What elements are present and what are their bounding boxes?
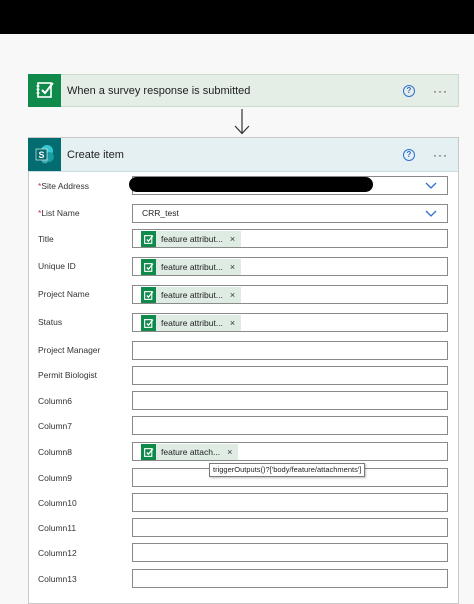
column8-field[interactable]: feature attach... × <box>132 442 448 461</box>
create-item-header[interactable]: S Create item ? ··· <box>28 137 458 172</box>
remove-token-icon[interactable]: × <box>230 234 235 244</box>
remove-token-icon[interactable]: × <box>230 290 235 300</box>
title-label: Title <box>38 234 54 244</box>
column11-label: Column11 <box>38 523 77 533</box>
remove-token-icon[interactable]: × <box>227 447 232 457</box>
expression-tooltip: triggerOutputs()?['body/feature/attachme… <box>209 463 366 477</box>
column12-label: Column12 <box>38 548 77 558</box>
column10-label: Column10 <box>38 498 77 508</box>
forms-icon <box>28 73 61 107</box>
dynamic-content-token[interactable]: feature attribut... × <box>141 287 242 303</box>
token-label: feature attribut... <box>161 318 223 328</box>
svg-text:S: S <box>38 150 44 160</box>
trigger-help-icon[interactable]: ? <box>403 84 415 97</box>
remove-token-icon[interactable]: × <box>230 318 235 328</box>
column11-field[interactable] <box>132 518 448 537</box>
column8-label: Column8 <box>38 447 73 457</box>
permit-biologist-field[interactable] <box>132 366 448 385</box>
list-name-label-text: List Name <box>41 208 80 218</box>
project-manager-label: Project Manager <box>38 345 101 355</box>
forms-icon <box>141 444 156 460</box>
project-manager-field[interactable] <box>132 341 448 360</box>
unique-id-field[interactable]: feature attribut... × <box>132 257 448 276</box>
token-label: feature attribut... <box>161 262 223 272</box>
forms-icon <box>141 231 156 247</box>
create-item-more-icon[interactable]: ··· <box>433 149 448 161</box>
column7-field[interactable] <box>132 416 448 435</box>
token-label: feature attribut... <box>161 234 223 244</box>
dynamic-content-token[interactable]: feature attribut... × <box>141 315 242 331</box>
token-label: feature attach... <box>161 447 221 457</box>
chevron-down-icon[interactable] <box>425 209 437 218</box>
chevron-down-icon[interactable] <box>425 181 437 190</box>
unique-id-label: Unique ID <box>38 261 76 271</box>
permit-biologist-label: Permit Biologist <box>38 370 98 380</box>
column13-label: Column13 <box>38 574 77 584</box>
forms-icon <box>141 287 156 303</box>
column9-label: Column9 <box>38 473 73 483</box>
project-name-label: Project Name <box>38 289 90 299</box>
column6-field[interactable] <box>132 391 448 410</box>
trigger-title: When a survey response is submitted <box>67 84 251 97</box>
status-label: Status <box>38 317 63 327</box>
create-item-help-icon[interactable]: ? <box>403 148 415 161</box>
create-item-title: Create item <box>67 148 124 161</box>
site-address-label-text: Site Address <box>41 181 90 191</box>
sharepoint-icon: S <box>28 137 61 171</box>
trigger-more-icon[interactable]: ··· <box>433 85 448 97</box>
column13-field[interactable] <box>132 569 448 588</box>
down-arrow-icon <box>234 109 250 135</box>
column6-label: Column6 <box>38 396 73 406</box>
column7-label: Column7 <box>38 421 73 431</box>
dynamic-content-token[interactable]: feature attach... × <box>141 444 239 460</box>
remove-token-icon[interactable]: × <box>230 262 235 272</box>
dynamic-content-token[interactable]: feature attribut... × <box>141 231 242 247</box>
redacted-value <box>129 177 373 192</box>
site-address-dropdown[interactable] <box>129 176 448 195</box>
site-address-label: *Site Address <box>38 181 89 191</box>
status-field[interactable]: feature attribut... × <box>132 313 448 332</box>
token-label: feature attribut... <box>161 290 223 300</box>
forms-icon <box>141 315 156 331</box>
dynamic-content-token[interactable]: feature attribut... × <box>141 259 242 275</box>
forms-icon <box>141 259 156 275</box>
project-name-field[interactable]: feature attribut... × <box>132 285 448 304</box>
list-name-label: *List Name <box>38 208 80 218</box>
trigger-card[interactable]: When a survey response is submitted ? ··… <box>28 73 459 107</box>
list-name-dropdown[interactable]: CRR_test <box>132 204 448 223</box>
column12-field[interactable] <box>132 543 448 562</box>
create-item-card: S Create item ? ··· *Site Address *List … <box>28 137 459 604</box>
top-black-bar <box>0 0 474 34</box>
list-name-value: CRR_test <box>142 208 179 218</box>
column10-field[interactable] <box>132 493 448 512</box>
title-field[interactable]: feature attribut... × <box>132 229 448 248</box>
